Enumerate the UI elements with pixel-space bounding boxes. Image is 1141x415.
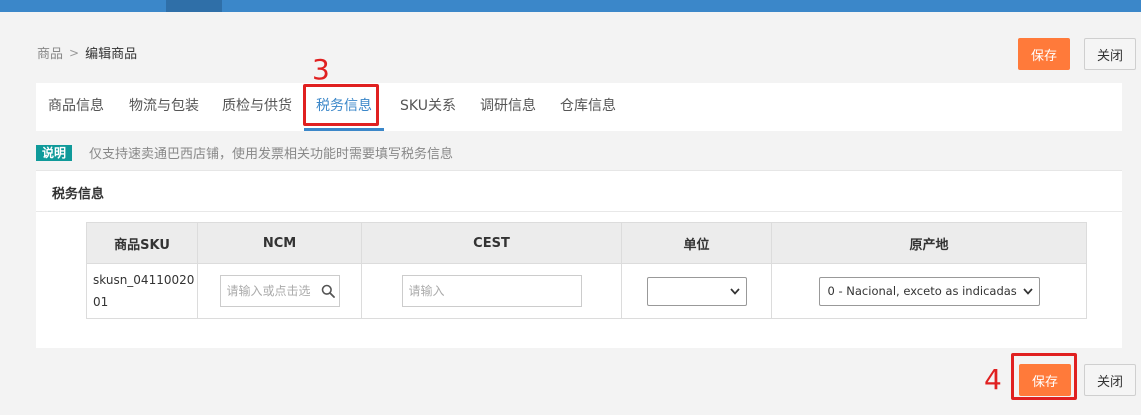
notice: 说明 仅支持速卖通巴西店铺，使用发票相关功能时需要填写税务信息 (36, 143, 453, 162)
panel-divider (36, 211, 1122, 212)
tab-sku-relations[interactable]: SKU关系 (388, 83, 468, 131)
chevron-down-icon (1022, 287, 1033, 295)
breadcrumb-parent[interactable]: 商品 (37, 43, 63, 62)
tab-product-info[interactable]: 商品信息 (36, 83, 116, 131)
cest-cell (361, 263, 622, 319)
column-header-ncm: NCM (197, 222, 362, 264)
tab-logistics-packaging[interactable]: 物流与包装 (116, 83, 212, 131)
search-icon[interactable] (317, 276, 339, 306)
tab-qc-supply[interactable]: 质检与供货 (212, 83, 302, 131)
tax-table: 商品SKU NCM CEST 单位 原产地 skusn_0411002001 请… (86, 222, 1087, 319)
annotation-box-save (1011, 353, 1077, 400)
origin-select-value: 0 - Nacional, exceto as indicadas (827, 284, 1017, 298)
ncm-cell (197, 263, 362, 319)
breadcrumb: 商品 > 编辑商品 (37, 43, 138, 63)
chevron-down-icon (729, 287, 740, 295)
breadcrumb-separator: > (69, 45, 80, 60)
unit-cell (621, 263, 772, 319)
ncm-field[interactable] (219, 275, 340, 307)
close-button-bottom[interactable]: 关闭 (1084, 364, 1136, 396)
ncm-input[interactable] (220, 276, 317, 306)
sku-cell: skusn_0411002001 (86, 263, 198, 319)
notice-tag: 说明 (36, 144, 73, 161)
tab-warehouse-info[interactable]: 仓库信息 (548, 83, 628, 131)
cest-input[interactable] (402, 276, 581, 306)
top-nav-active-tab[interactable] (166, 0, 222, 12)
origin-cell: 0 - Nacional, exceto as indicadas (771, 263, 1087, 319)
save-button-top[interactable]: 保存 (1018, 38, 1070, 70)
cest-field[interactable] (401, 275, 582, 307)
panel-title: 税务信息 (52, 187, 105, 202)
column-header-unit: 单位 (621, 222, 772, 264)
tax-info-panel: 税务信息 商品SKU NCM CEST 单位 原产地 skusn_0411002… (36, 170, 1122, 348)
unit-select[interactable] (646, 276, 747, 306)
column-header-sku: 商品SKU (86, 222, 198, 264)
annotation-step-3: 3 (312, 53, 330, 86)
close-button-top[interactable]: 关闭 (1084, 38, 1136, 70)
breadcrumb-current: 编辑商品 (85, 47, 138, 62)
table-header-row: 商品SKU NCM CEST 单位 原产地 (86, 222, 1087, 264)
origin-select[interactable]: 0 - Nacional, exceto as indicadas (818, 276, 1040, 306)
annotation-box-tax-tab (303, 84, 379, 126)
top-nav-bar (0, 0, 1141, 12)
notice-text: 仅支持速卖通巴西店铺，使用发票相关功能时需要填写税务信息 (89, 147, 454, 162)
column-header-cest: CEST (361, 222, 622, 264)
table-row: skusn_0411002001 请输入或点击选择 请输入 0 - Nacion… (86, 263, 1087, 319)
tab-bar: 商品信息 物流与包装 质检与供货 税务信息 SKU关系 调研信息 仓库信息 (36, 83, 1122, 131)
annotation-step-4: 4 (984, 363, 1002, 396)
tab-research-info[interactable]: 调研信息 (468, 83, 548, 131)
column-header-origin: 原产地 (771, 222, 1087, 264)
